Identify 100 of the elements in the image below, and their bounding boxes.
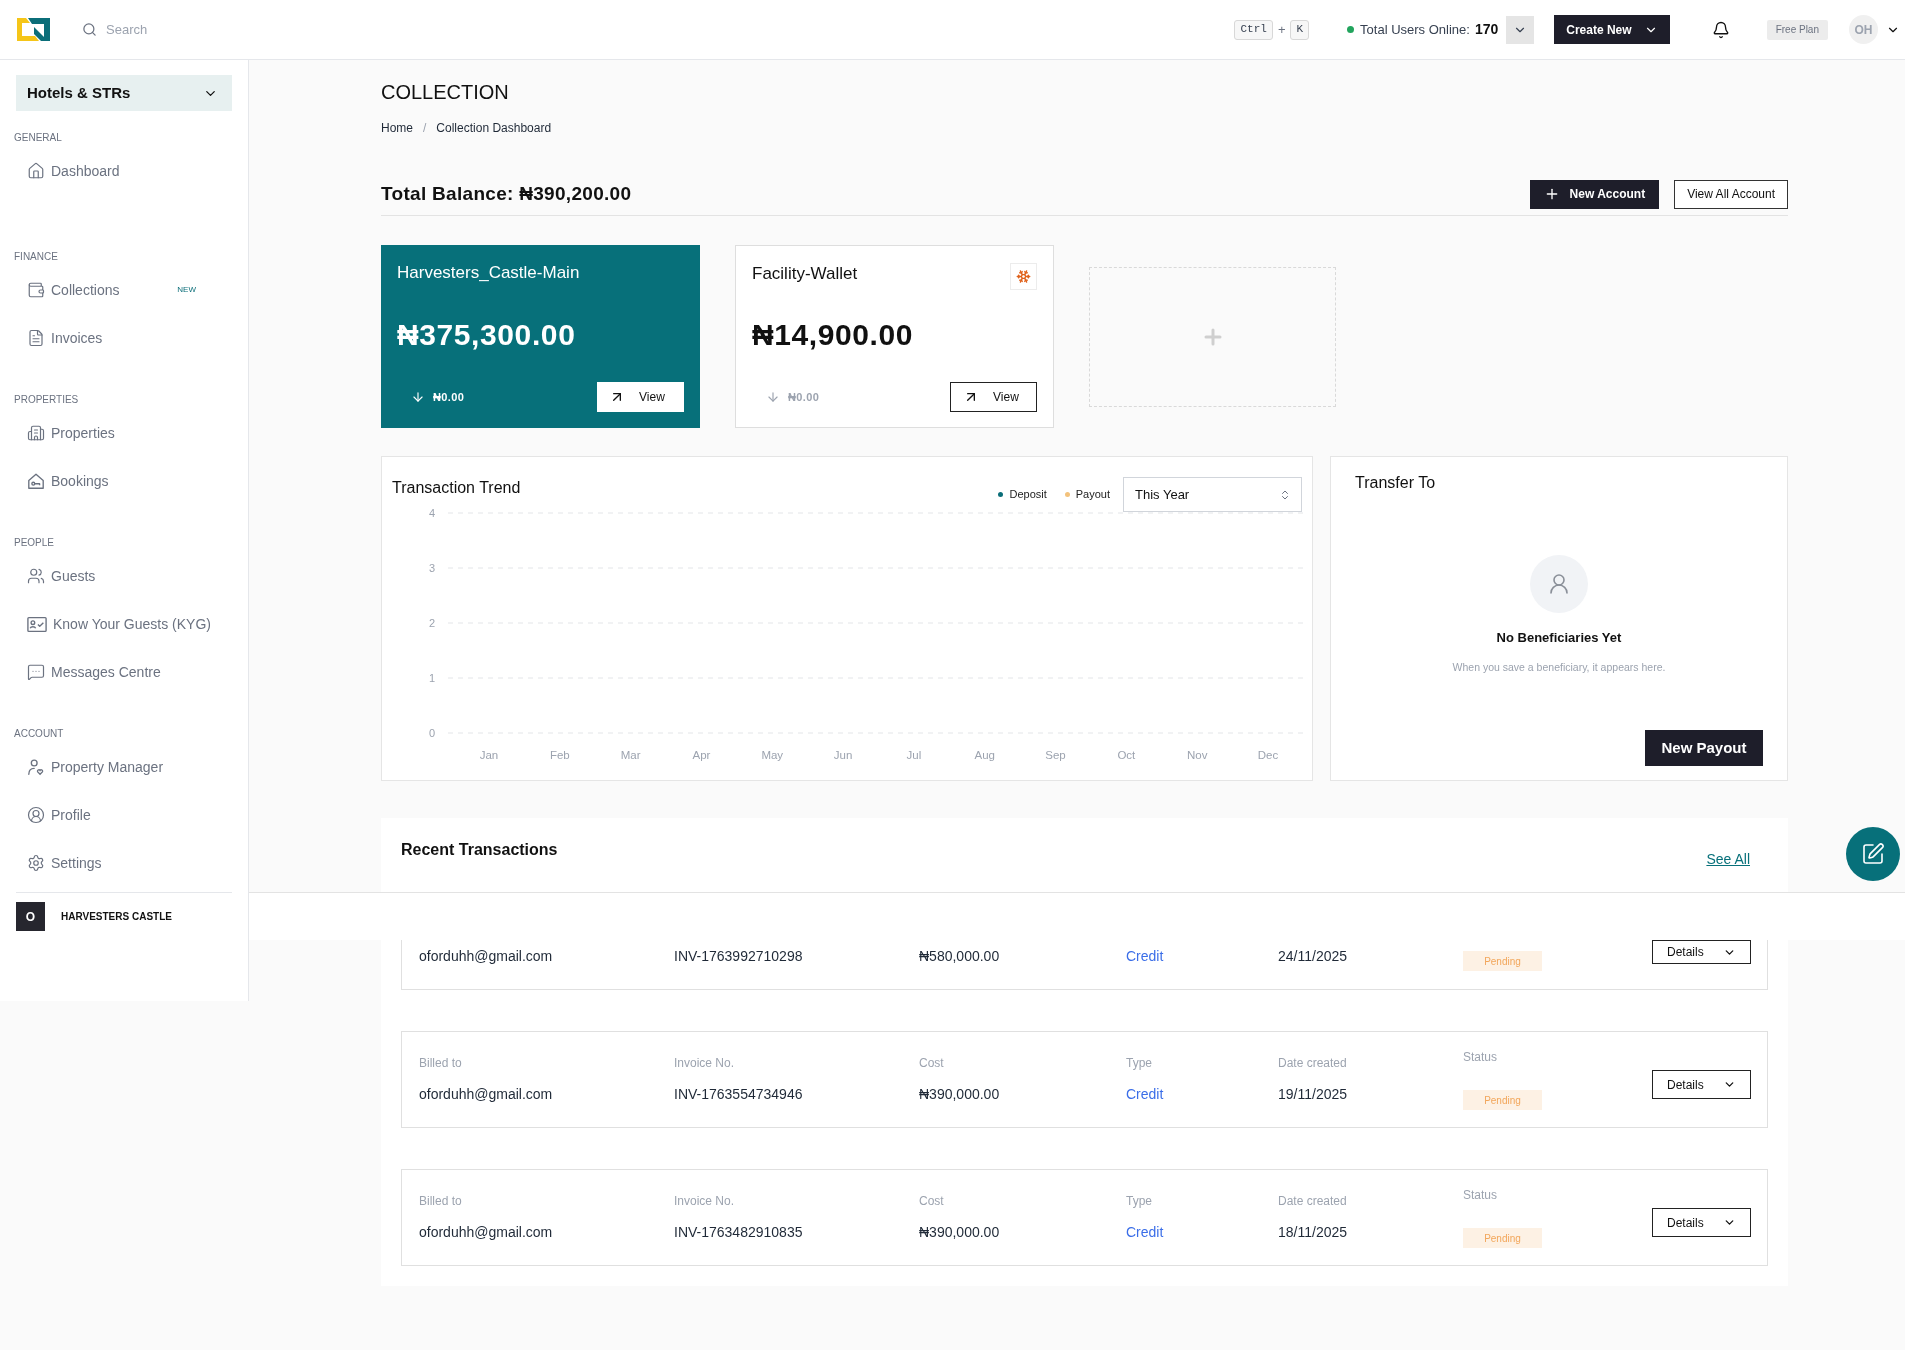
workspace-dropdown[interactable]: Hotels & STRs	[16, 75, 232, 111]
breadcrumb-separator: /	[423, 120, 427, 137]
wallet-icon	[27, 281, 45, 299]
field-label: Invoice No.	[674, 1055, 735, 1071]
new-label: NEW	[177, 284, 196, 296]
inflow-amount: ₦0.00	[433, 389, 465, 405]
field-value: 18/11/2025	[1278, 1223, 1348, 1242]
users-online-label: Total Users Online:	[1360, 20, 1470, 39]
document-icon	[27, 329, 45, 347]
field-label: Status	[1463, 1187, 1498, 1203]
field-value: INV-1763992710298	[674, 947, 803, 966]
building-icon	[27, 424, 45, 442]
users-icon	[27, 567, 45, 585]
field-value: oforduhh@gmail.com	[419, 1223, 553, 1242]
house-key-icon	[27, 472, 45, 490]
transaction-type: Credit	[1126, 1085, 1164, 1104]
sidebar-item[interactable]: Guests	[16, 552, 232, 600]
breadcrumb-link[interactable]: Home	[381, 119, 413, 137]
view-all-account-button[interactable]: View All Account	[1674, 179, 1788, 209]
field-value: oforduhh@gmail.com	[419, 1085, 553, 1104]
new-payout-button[interactable]: New Payout	[1645, 730, 1763, 766]
field-value: ₦580,000.00	[919, 947, 1000, 966]
y-tick-label: 0	[428, 727, 435, 739]
view-button[interactable]: View	[597, 382, 684, 412]
sidebar-item[interactable]: Invoices	[16, 314, 232, 362]
compose-button[interactable]	[1846, 827, 1900, 881]
settings-icon	[27, 854, 45, 872]
search-field[interactable]: Search	[106, 17, 266, 42]
sidebar-item[interactable]: Collections NEW	[16, 266, 232, 314]
legend-label: Deposit	[1009, 487, 1047, 503]
workspace-name: HARVESTERS CASTLE	[61, 910, 172, 924]
section-title: Recent Transactions	[401, 840, 558, 860]
plan-badge: Free Plan	[1766, 19, 1828, 40]
status-badge: Pending	[1463, 1090, 1542, 1110]
search-icon	[82, 22, 97, 37]
account-card[interactable]: Harvesters_Castle-Main ₦375,300.00 ₦0.00 View	[381, 245, 700, 428]
key-cap: Ctrl	[1234, 19, 1273, 40]
field-label: Cost	[919, 1055, 944, 1071]
sidebar-item[interactable]: Bookings	[16, 457, 232, 505]
section-label: PROPERTIES	[14, 392, 80, 407]
status-badge: Pending	[1463, 1228, 1542, 1248]
y-tick-label: 3	[428, 562, 435, 574]
details-button[interactable]: Details	[1652, 1070, 1751, 1099]
details-button[interactable]: Details	[1652, 940, 1751, 964]
inflow-amount: ₦0.00	[788, 389, 820, 405]
empty-state-title: No Beneficiaries Yet	[1496, 630, 1622, 646]
view-button[interactable]: View	[950, 382, 1037, 412]
person-icon	[27, 758, 45, 776]
sidebar-item[interactable]: Messages Centre	[16, 648, 232, 696]
period-select[interactable]: This Year	[1123, 477, 1302, 512]
x-tick-label: Apr	[692, 749, 711, 761]
transaction-type: Credit	[1126, 1223, 1164, 1242]
key-cap: K	[1290, 19, 1310, 40]
x-tick-label: Aug	[974, 749, 995, 761]
transaction-type: Credit	[1126, 947, 1164, 966]
x-tick-label: Mar	[620, 749, 641, 761]
field-label: Billed to	[419, 1055, 462, 1071]
field-value: INV-1763554734946	[674, 1085, 803, 1104]
sidebar-item[interactable]: Property Manager	[16, 743, 232, 791]
section-label: FINANCE	[14, 249, 59, 264]
details-button[interactable]: Details	[1652, 1208, 1751, 1237]
x-tick-label: Nov	[1186, 749, 1208, 761]
y-tick-label: 1	[428, 672, 435, 684]
status-badge: Pending	[1463, 951, 1542, 971]
see-all-link[interactable]: See All	[1706, 849, 1750, 870]
sidebar-item[interactable]: Dashboard	[16, 147, 232, 195]
field-value: ₦390,000.00	[919, 1223, 1000, 1242]
account-name: Harvesters_Castle-Main	[397, 263, 580, 283]
legend-label: Payout	[1075, 487, 1110, 503]
field-value: 24/11/2025	[1278, 947, 1348, 966]
chevrons-up-down-icon	[1279, 488, 1291, 501]
y-tick-label: 4	[428, 507, 435, 519]
sidebar-item[interactable]: Settings	[16, 839, 232, 887]
plus-sign: +	[1277, 20, 1286, 39]
new-account-button[interactable]: New Account	[1529, 179, 1660, 209]
snowflake-icon[interactable]	[1010, 263, 1037, 290]
account-name: Facility-Wallet	[752, 264, 858, 284]
card-title: Transfer To	[1355, 473, 1436, 493]
users-online-count: 170	[1474, 20, 1499, 39]
total-balance: Total Balance: ₦390,200.00	[381, 182, 632, 206]
breadcrumb-link[interactable]: Collection Dashboard	[436, 119, 552, 137]
field-label: Invoice No.	[674, 1193, 735, 1209]
bell-icon[interactable]	[1711, 20, 1730, 39]
account-card[interactable]: Facility-Wallet ₦14,900.00 ₦0.00 View	[735, 245, 1054, 428]
x-tick-label: May	[761, 749, 784, 761]
field-label: Cost	[919, 1193, 944, 1209]
logo[interactable]	[17, 18, 50, 41]
account-balance: ₦375,300.00	[397, 317, 576, 353]
field-value: ₦390,000.00	[919, 1085, 1000, 1104]
sidebar-item[interactable]: Profile	[16, 791, 232, 839]
field-label: Type	[1126, 1055, 1152, 1071]
x-tick-label: Feb	[549, 749, 570, 761]
house-icon	[27, 162, 45, 180]
edit-icon	[1861, 842, 1885, 866]
sidebar-item[interactable]: Know Your Guests (KYG)	[16, 600, 232, 648]
create-new-button[interactable]: Create New	[1554, 15, 1670, 44]
page-title: COLLECTION	[381, 80, 509, 104]
id-card-icon	[27, 615, 47, 633]
sidebar-item[interactable]: Properties	[16, 409, 232, 457]
section-label: ACCOUNT	[14, 726, 65, 741]
